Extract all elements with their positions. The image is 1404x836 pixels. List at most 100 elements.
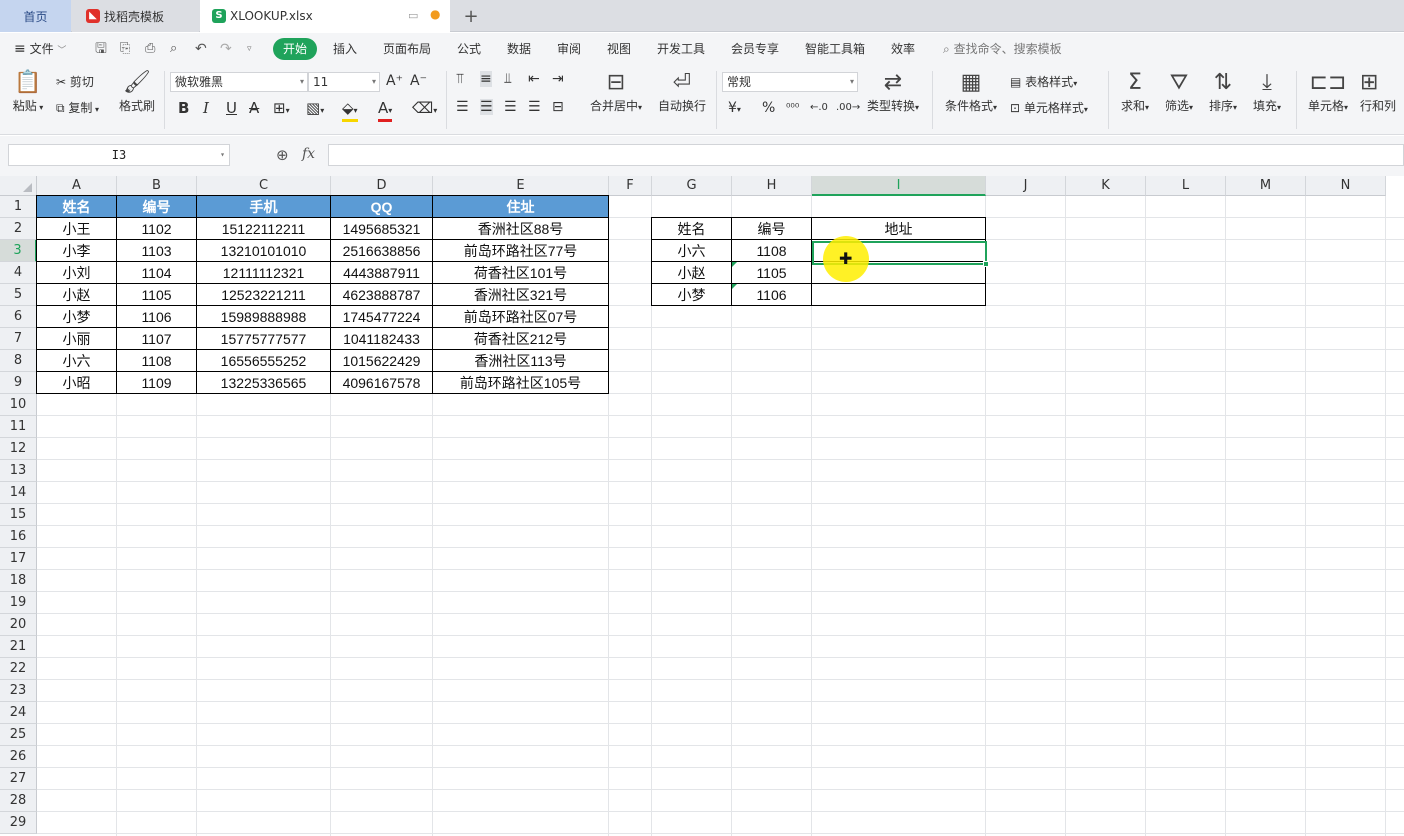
menu-start[interactable]: 开始 xyxy=(273,38,318,60)
table2-cell[interactable]: 小六 xyxy=(651,240,732,262)
justify-icon[interactable]: ☰ xyxy=(528,99,541,115)
quick-access-dropdown-icon[interactable]: ▿ xyxy=(247,33,252,65)
fill-handle[interactable] xyxy=(983,261,989,267)
strikethrough-icon[interactable]: A xyxy=(249,100,259,116)
table1-cell[interactable]: 小李 xyxy=(36,240,117,262)
row-header-20[interactable]: 20 xyxy=(0,614,37,636)
align-top-icon[interactable]: ⫪ xyxy=(456,71,464,87)
menu-formula[interactable]: 公式 xyxy=(457,33,481,65)
sheet-grid[interactable]: ABCDEFGHIJKLMN 1 2 3 4 5 6 7 8 9 10 11 12 13 14 15 16 17… xyxy=(0,176,1404,836)
sort-button[interactable]: ⇅ 排序▾ xyxy=(1204,69,1242,114)
column-header-g[interactable]: G xyxy=(652,176,732,196)
row-header-23[interactable]: 23 xyxy=(0,680,37,702)
underline-icon[interactable]: U xyxy=(226,100,237,116)
table2-cell[interactable]: 1108 xyxy=(732,240,812,262)
table1-cell[interactable]: 1107 xyxy=(117,328,197,350)
name-box[interactable]: I3 ▾ xyxy=(8,144,230,166)
column-header-l[interactable]: L xyxy=(1146,176,1226,196)
row-header-24[interactable]: 24 xyxy=(0,702,37,724)
increase-font-icon[interactable]: A⁺ xyxy=(386,73,403,89)
table1-cell[interactable]: 1104 xyxy=(117,262,197,284)
align-right-icon[interactable]: ☰ xyxy=(504,99,517,115)
filter-button[interactable]: ⛛ 筛选▾ xyxy=(1160,69,1198,114)
borders-icon[interactable]: ⊞▾ xyxy=(273,100,290,119)
cut-button[interactable]: ✂ 剪切 xyxy=(56,74,94,90)
row-header-8[interactable]: 8 xyxy=(0,350,37,372)
column-header-k[interactable]: K xyxy=(1066,176,1146,196)
monitor-icon[interactable]: ▭ xyxy=(408,9,418,22)
increase-decimal-icon[interactable]: ←.0 xyxy=(810,100,828,116)
thousands-icon[interactable]: ⁰⁰⁰ xyxy=(786,100,799,116)
table1-cell[interactable]: 1041182433 xyxy=(331,328,433,350)
copy-button[interactable]: ⧉ 复制 ▾ xyxy=(56,100,99,118)
decrease-font-icon[interactable]: A⁻ xyxy=(410,73,427,89)
table2-cell[interactable] xyxy=(812,284,986,306)
table1-cell[interactable]: 1745477224 xyxy=(331,306,433,328)
align-left-icon[interactable]: ☰ xyxy=(456,99,469,115)
align-center-icon[interactable]: ☰ xyxy=(480,99,493,115)
fill-pattern-icon[interactable]: ▧▾ xyxy=(306,100,324,119)
distribute-icon[interactable]: ⊟ xyxy=(552,99,564,115)
row-header-6[interactable]: 6 xyxy=(0,306,37,328)
row-header-27[interactable]: 27 xyxy=(0,768,37,790)
table1-cell[interactable]: 1102 xyxy=(117,218,197,240)
fill-button[interactable]: ⤓ 填充▾ xyxy=(1248,69,1286,114)
print-icon[interactable]: ⎙ xyxy=(145,33,155,65)
row-header-7[interactable]: 7 xyxy=(0,328,37,350)
align-middle-icon[interactable]: ≡ xyxy=(480,71,492,87)
menu-review[interactable]: 审阅 xyxy=(557,33,581,65)
menu-page-layout[interactable]: 页面布局 xyxy=(383,33,431,65)
row-header-2[interactable]: 2 xyxy=(0,218,37,240)
row-header-5[interactable]: 5 xyxy=(0,284,37,306)
table1-cell[interactable]: 前岛环路社区07号 xyxy=(433,306,609,328)
table2-cell[interactable]: 1106 xyxy=(732,284,812,306)
row-header-22[interactable]: 22 xyxy=(0,658,37,680)
table1-cell[interactable]: 15775777577 xyxy=(197,328,331,350)
table2-cell[interactable]: 小梦 xyxy=(651,284,732,306)
column-header-i[interactable]: I xyxy=(812,176,986,196)
table2-cell[interactable]: 小赵 xyxy=(651,262,732,284)
italic-icon[interactable]: I xyxy=(203,100,209,116)
row-header-28[interactable]: 28 xyxy=(0,790,37,812)
row-header-18[interactable]: 18 xyxy=(0,570,37,592)
menu-member[interactable]: 会员专享 xyxy=(731,33,779,65)
menu-data[interactable]: 数据 xyxy=(507,33,531,65)
save-icon[interactable]: 🖫 xyxy=(95,33,107,65)
table1-cell[interactable]: 1108 xyxy=(117,350,197,372)
row-header-1[interactable]: 1 xyxy=(0,196,37,218)
column-header-a[interactable]: A xyxy=(37,176,117,196)
menu-developer[interactable]: 开发工具 xyxy=(657,33,705,65)
clear-format-icon[interactable]: ⌫▾ xyxy=(412,100,437,119)
table1-header-cell[interactable]: QQ xyxy=(331,195,433,218)
row-header-10[interactable]: 10 xyxy=(0,394,37,416)
select-all-corner[interactable] xyxy=(0,176,37,196)
table1-cell[interactable]: 1106 xyxy=(117,306,197,328)
row-header-11[interactable]: 11 xyxy=(0,416,37,438)
table1-cell[interactable]: 4096167578 xyxy=(331,372,433,394)
increase-indent-icon[interactable]: ⇥ xyxy=(552,71,564,87)
table1-cell[interactable]: 荷香社区101号 xyxy=(433,262,609,284)
currency-icon[interactable]: ¥▾ xyxy=(728,100,741,118)
row-header-19[interactable]: 19 xyxy=(0,592,37,614)
row-header-14[interactable]: 14 xyxy=(0,482,37,504)
table1-cell[interactable]: 4443887911 xyxy=(331,262,433,284)
row-header-4[interactable]: 4 xyxy=(0,262,37,284)
wrap-text-button[interactable]: ⏎ 自动换行 xyxy=(654,69,710,114)
table1-cell[interactable]: 小梦 xyxy=(36,306,117,328)
merge-center-button[interactable]: ⊟ 合并居中▾ xyxy=(586,69,646,114)
row-header-9[interactable]: 9 xyxy=(0,372,37,394)
table1-cell[interactable]: 2516638856 xyxy=(331,240,433,262)
font-name-select[interactable]: 微软雅黑 ▾ xyxy=(170,72,308,92)
row-header-29[interactable]: 29 xyxy=(0,812,37,834)
column-header-m[interactable]: M xyxy=(1226,176,1306,196)
tab-xlookup-file[interactable]: S XLOOKUP.xlsx ▭ ● xyxy=(200,0,450,32)
bold-icon[interactable]: B xyxy=(178,100,189,116)
table1-cell[interactable]: 荷香社区212号 xyxy=(433,328,609,350)
print-preview-icon[interactable]: ⌕ xyxy=(170,33,177,65)
column-header-h[interactable]: H xyxy=(732,176,812,196)
table1-cell[interactable]: 小丽 xyxy=(36,328,117,350)
table1-cell[interactable]: 前岛环路社区105号 xyxy=(433,372,609,394)
decrease-decimal-icon[interactable]: .00→ xyxy=(836,100,860,116)
table1-cell[interactable]: 小王 xyxy=(36,218,117,240)
export-icon[interactable]: ⎘ xyxy=(120,33,130,65)
